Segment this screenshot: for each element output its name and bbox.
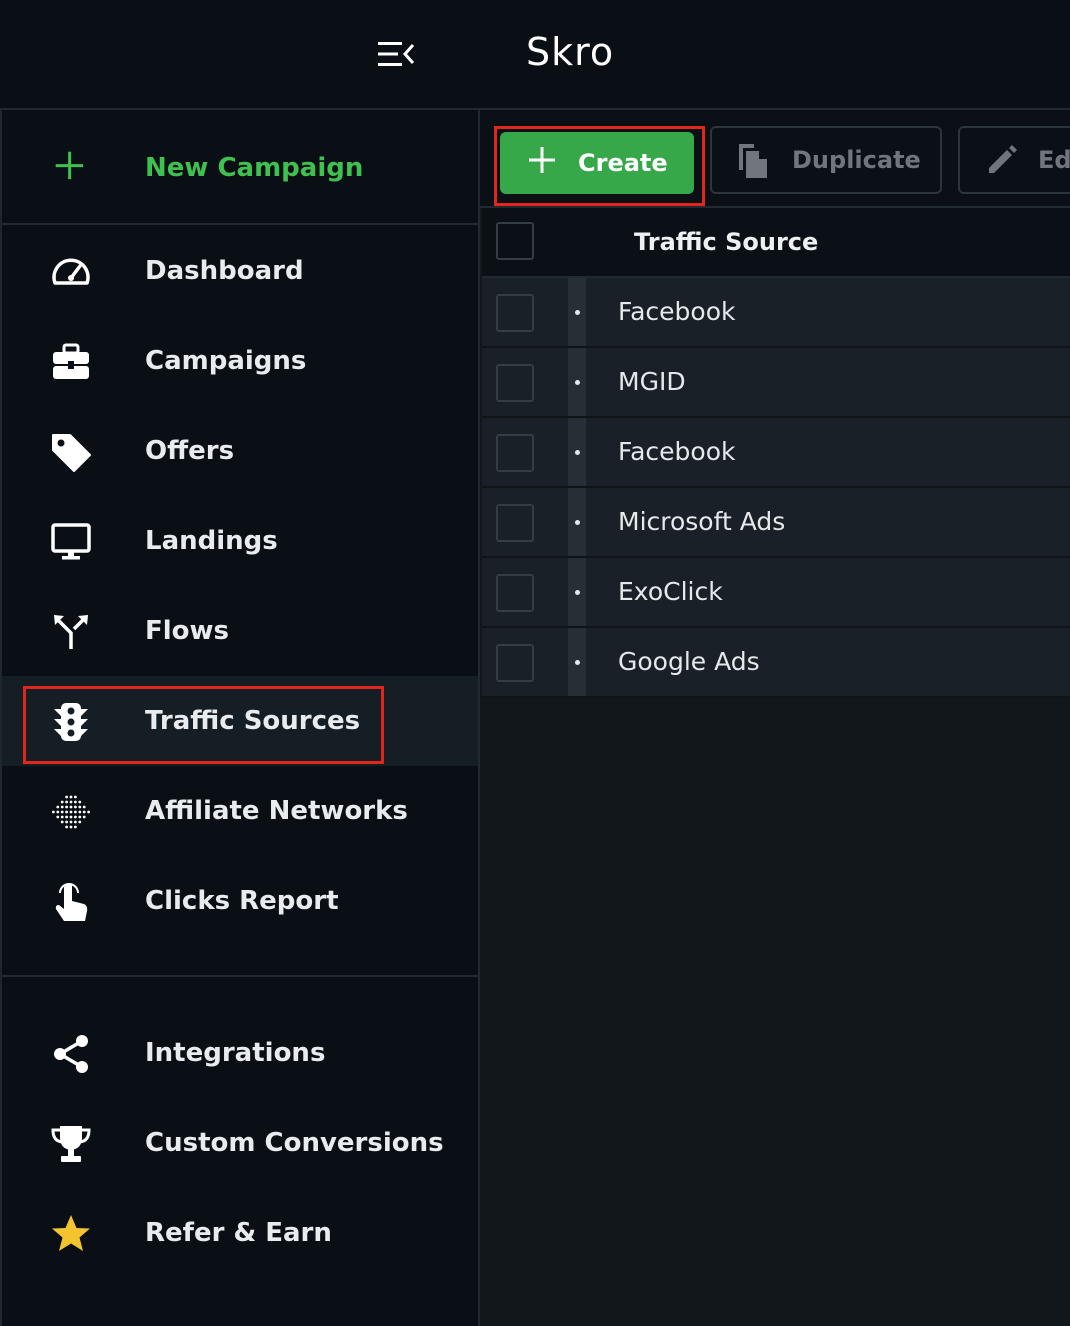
new-campaign-label: New Campaign — [145, 153, 364, 183]
row-checkbox[interactable] — [496, 644, 534, 682]
duplicate-button[interactable]: Duplicate — [710, 126, 942, 194]
sidebar-divider — [2, 223, 478, 225]
brand-logo[interactable]: Skro — [526, 30, 614, 74]
sidebar-item-label: Refer & Earn — [145, 1218, 332, 1248]
sidebar-item-flows[interactable]: Flows — [2, 586, 478, 676]
sidebar-item-offers[interactable]: Offers — [2, 406, 478, 496]
main-panel: Create Duplicate Ed Traffic Source Faceb… — [480, 110, 1070, 1326]
create-label: Create — [578, 149, 668, 177]
row-grip — [568, 558, 586, 626]
column-header-traffic-source[interactable]: Traffic Source — [634, 208, 818, 276]
sidebar-item-label: Affiliate Networks — [145, 796, 408, 826]
sidebar-item-campaigns[interactable]: Campaigns — [2, 316, 478, 406]
traffic-source-name: Facebook — [618, 297, 736, 326]
table-row[interactable]: ExoClick — [482, 558, 1070, 628]
table-row[interactable]: Facebook — [482, 418, 1070, 488]
sidebar-item-affiliate-networks[interactable]: Affiliate Networks — [2, 766, 478, 856]
sidebar-item-clicks-report[interactable]: Clicks Report — [2, 856, 478, 946]
sidebar-divider — [2, 975, 478, 977]
table-header: Traffic Source — [482, 208, 1070, 278]
new-campaign-button[interactable]: New Campaign — [2, 122, 478, 212]
share-icon — [54, 1035, 88, 1073]
pencil-icon — [989, 145, 1017, 173]
sidebar-item-label: Offers — [145, 436, 235, 466]
row-grip — [568, 418, 586, 486]
traffic-source-name: Microsoft Ads — [618, 507, 786, 536]
sidebar-item-traffic-sources[interactable]: Traffic Sources — [2, 676, 478, 766]
sidebar-item-label: Custom Conversions — [145, 1128, 444, 1158]
sidebar-item-label: Dashboard — [145, 256, 304, 286]
edit-label: Ed — [1038, 146, 1070, 174]
sidebar-item-integrations[interactable]: Integrations — [2, 1008, 478, 1098]
briefcase-icon — [53, 343, 89, 379]
traffic-source-name: MGID — [618, 367, 686, 396]
table-row[interactable]: MGID — [482, 348, 1070, 418]
dots-grid-icon — [52, 795, 90, 829]
trophy-icon — [51, 1126, 91, 1162]
table-row[interactable]: Microsoft Ads — [482, 488, 1070, 558]
traffic-source-name: Facebook — [618, 437, 736, 466]
plus-icon — [529, 147, 555, 173]
tag-icon — [52, 434, 91, 472]
traffic-source-name: Google Ads — [618, 647, 760, 676]
row-grip — [568, 278, 586, 346]
toolbar: Create Duplicate Ed — [480, 110, 1070, 208]
row-checkbox[interactable] — [496, 294, 534, 332]
duplicate-label: Duplicate — [792, 146, 921, 174]
sidebar-item-refer-earn[interactable]: Refer & Earn — [2, 1188, 478, 1278]
top-bar: Skro — [0, 0, 1070, 110]
sidebar-item-dashboard[interactable]: Dashboard — [2, 226, 478, 316]
pointer-hand-icon — [55, 883, 88, 921]
sidebar-item-custom-conversions[interactable]: Custom Conversions — [2, 1098, 478, 1188]
traffic-source-name: ExoClick — [618, 577, 723, 606]
sidebar-item-label: Flows — [145, 616, 230, 646]
row-checkbox[interactable] — [496, 364, 534, 402]
flow-split-icon — [54, 615, 88, 649]
sidebar-item-label: Campaigns — [145, 346, 307, 376]
select-all-checkbox[interactable] — [496, 222, 534, 260]
copy-icon — [739, 144, 767, 178]
table-row[interactable]: Google Ads — [482, 628, 1070, 698]
create-button[interactable]: Create — [500, 132, 694, 194]
table-row[interactable]: Facebook — [482, 278, 1070, 348]
row-checkbox[interactable] — [496, 434, 534, 472]
row-grip — [568, 348, 586, 416]
row-grip — [568, 628, 586, 696]
monitor-icon — [51, 523, 91, 560]
row-checkbox[interactable] — [496, 574, 534, 612]
sidebar-item-label: Traffic Sources — [145, 706, 361, 736]
row-checkbox[interactable] — [496, 504, 534, 542]
traffic-light-icon — [54, 703, 88, 741]
row-grip — [568, 488, 586, 556]
speedometer-icon — [52, 258, 90, 285]
sidebar-item-label: Landings — [145, 526, 278, 556]
edit-button[interactable]: Ed — [958, 126, 1070, 194]
sidebar: New Campaign Dashboard Campaigns Offers — [2, 110, 480, 1326]
star-icon — [52, 1215, 90, 1251]
sidebar-item-landings[interactable]: Landings — [2, 496, 478, 586]
plus-icon — [55, 151, 84, 180]
sidebar-item-label: Clicks Report — [145, 886, 339, 916]
sidebar-item-label: Integrations — [145, 1038, 326, 1068]
menu-collapse-icon[interactable] — [376, 40, 416, 68]
